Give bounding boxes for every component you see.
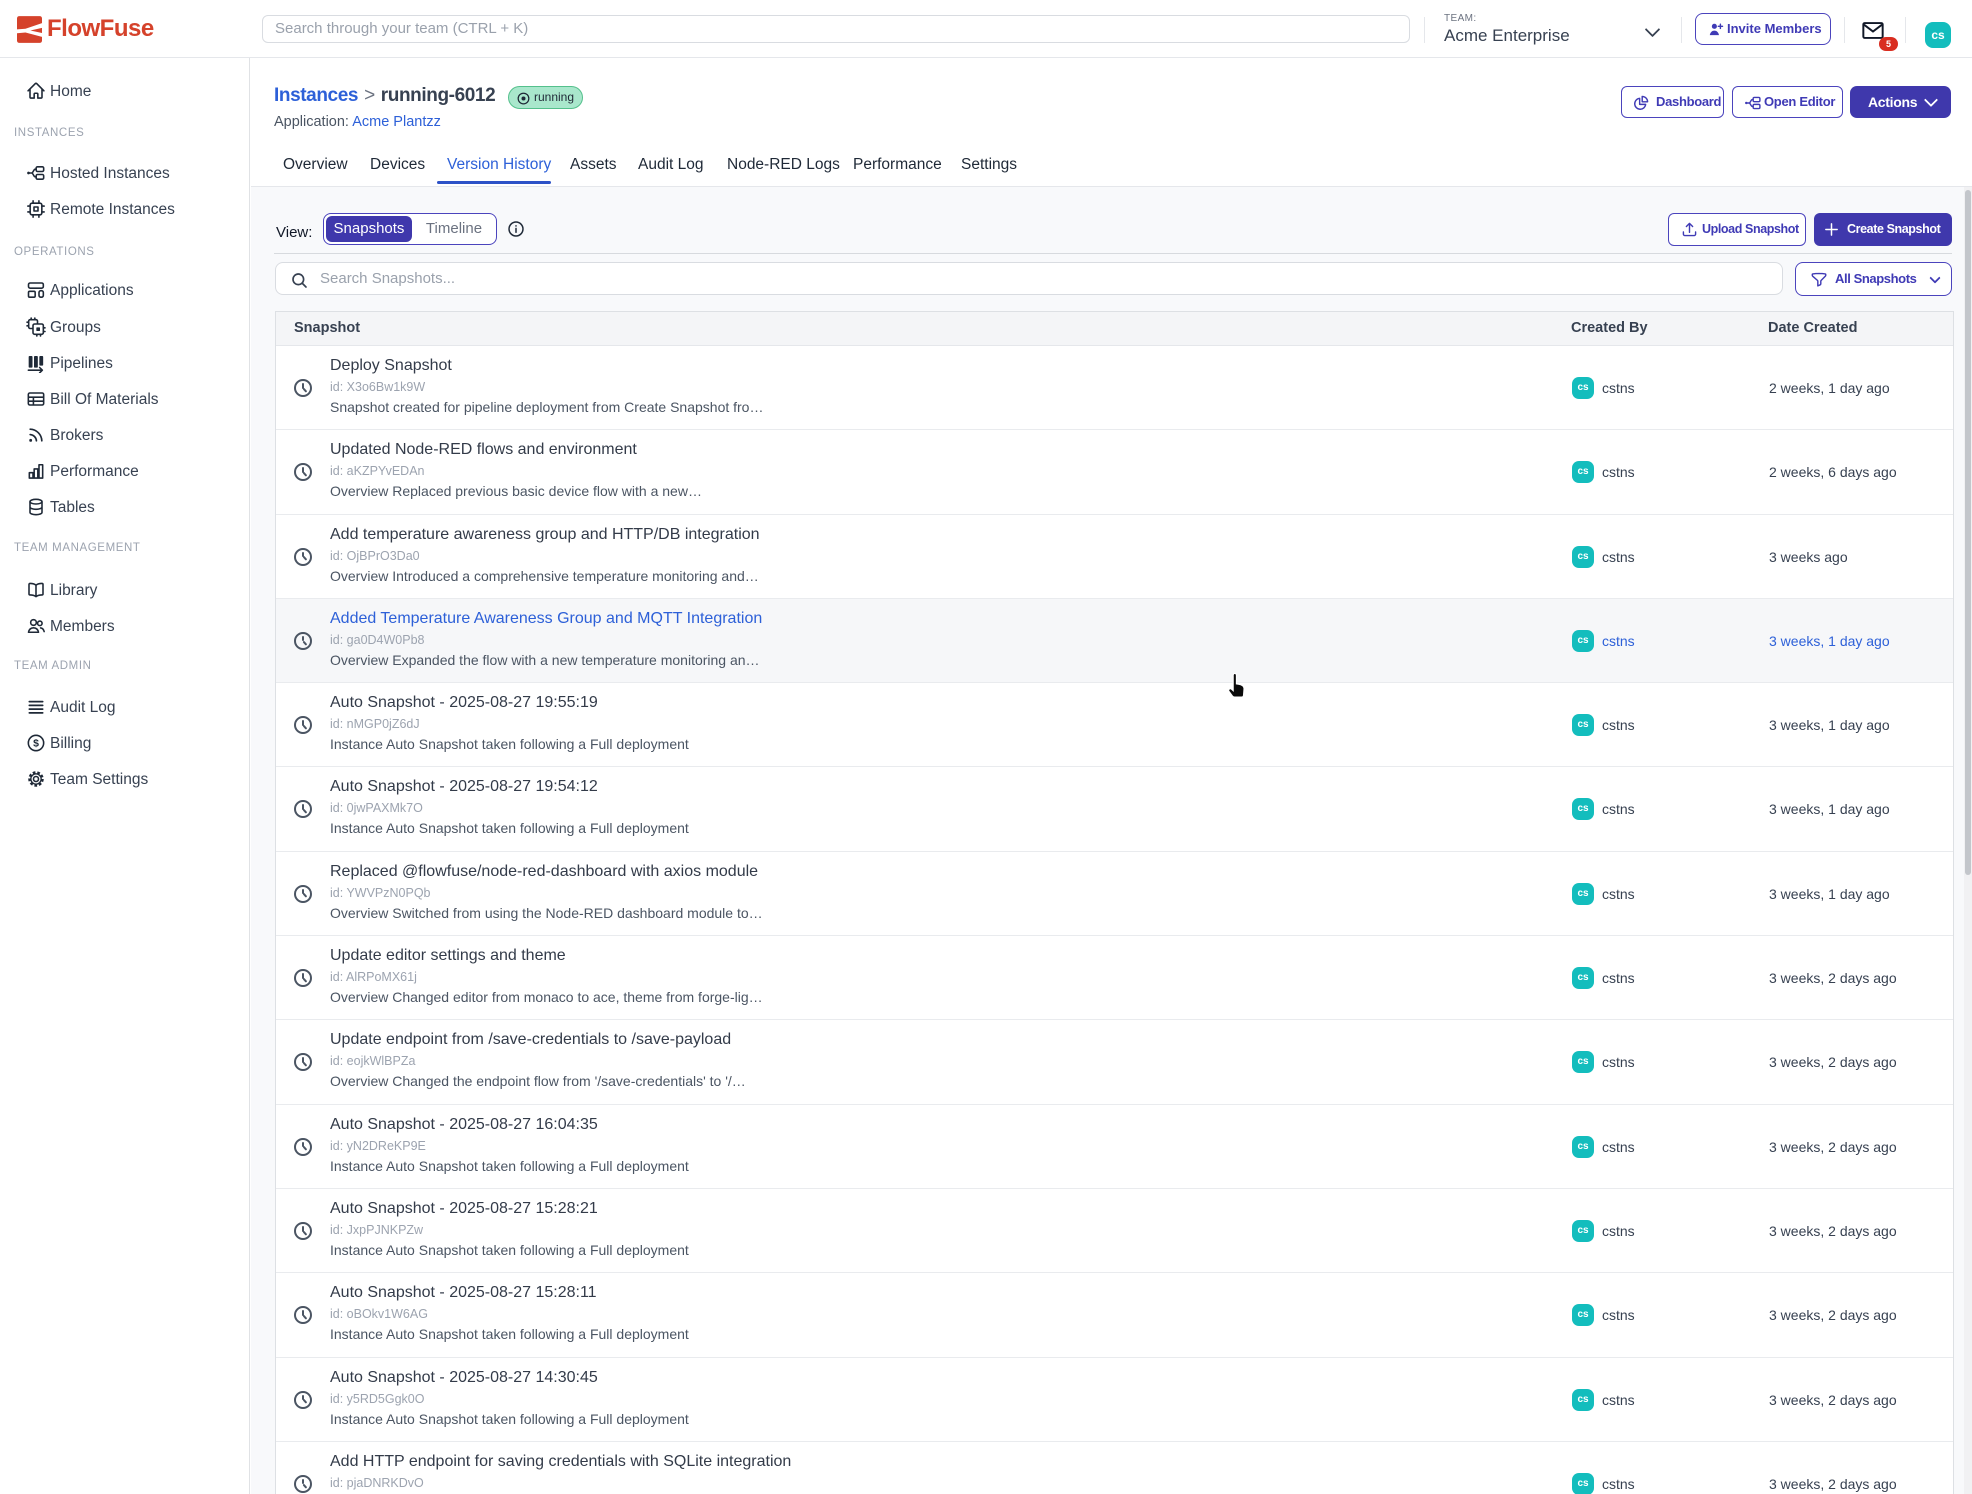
svg-text:$: $ bbox=[33, 739, 39, 750]
